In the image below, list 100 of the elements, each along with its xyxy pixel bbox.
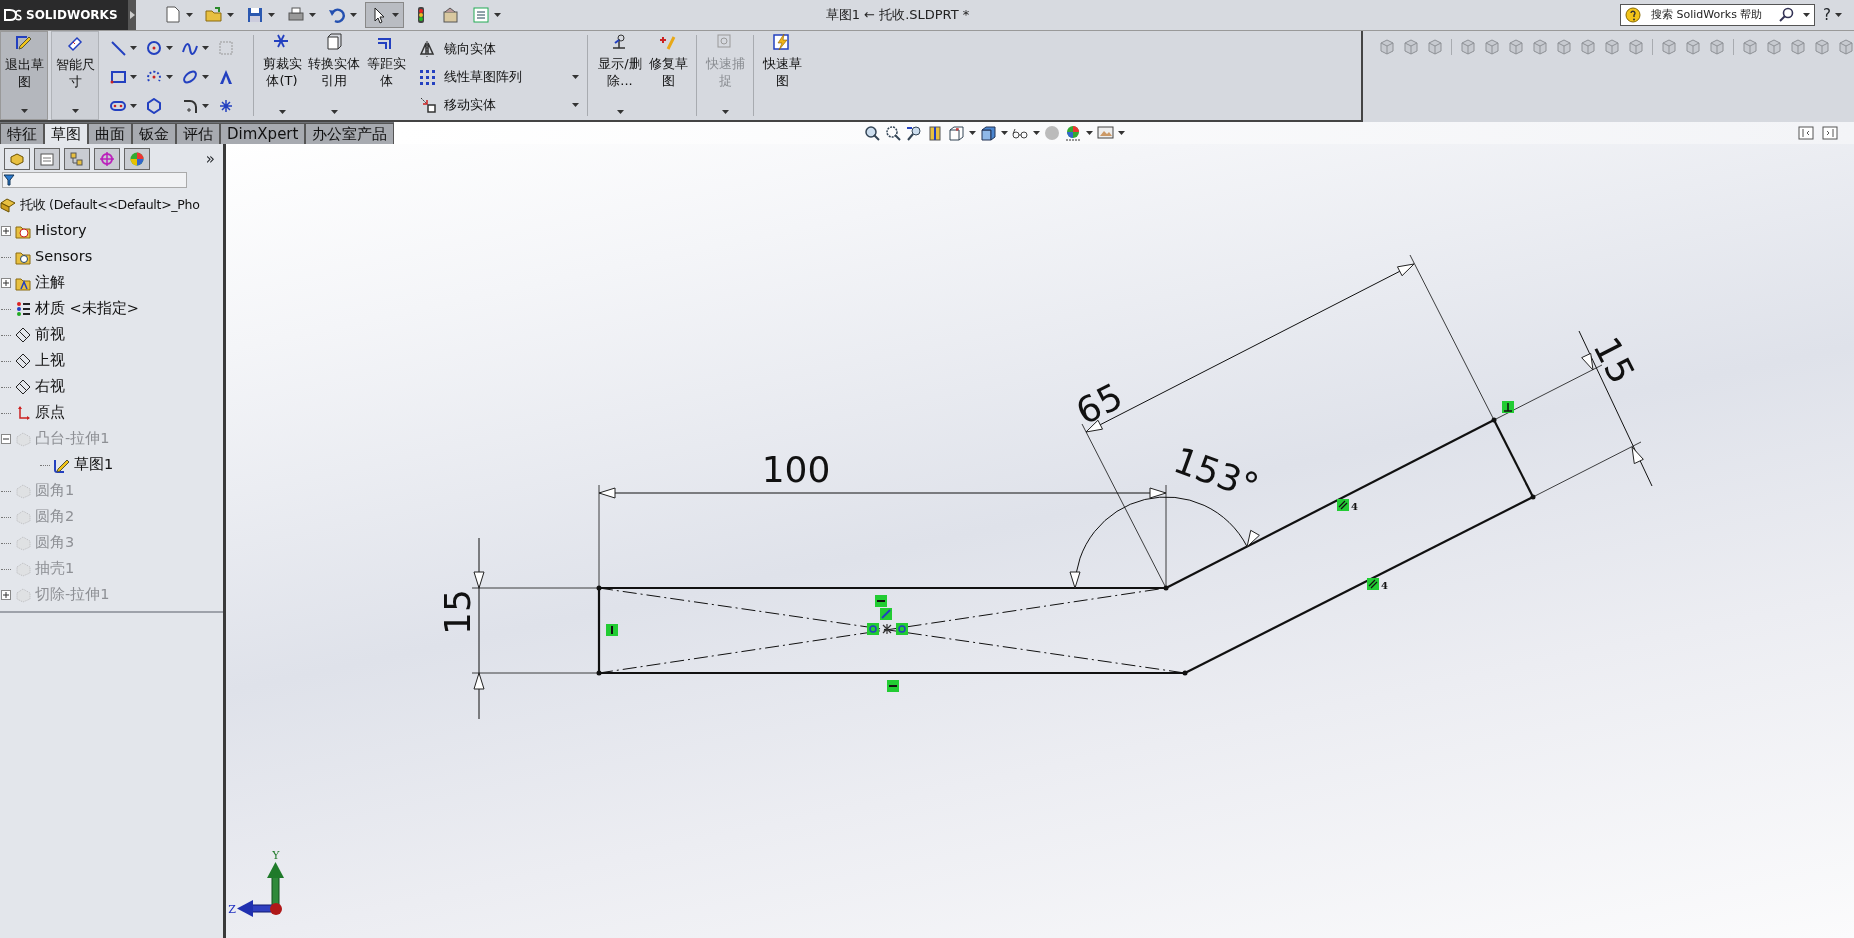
- caret-icon[interactable]: [130, 103, 137, 108]
- line-icon[interactable]: [110, 39, 126, 56]
- ribbon-list-item[interactable]: 移动实体: [444, 91, 579, 119]
- caret-icon: [572, 75, 579, 79]
- tree-item[interactable]: 托收 (Default<<Default>_Pho: [0, 192, 223, 218]
- color-ball-icon[interactable]: [1065, 124, 1083, 142]
- dimension-label: 65: [1069, 375, 1130, 433]
- split-view-icon[interactable]: [1822, 126, 1838, 140]
- filter-icon: [3, 174, 15, 186]
- convert-entities-button[interactable]: 转换实体引用: [307, 31, 361, 120]
- expand-toggle-icon[interactable]: [1, 278, 11, 288]
- sketch-point: [1530, 494, 1536, 500]
- fillet-icon[interactable]: [182, 97, 198, 114]
- ribbon-list-item[interactable]: 镜向实体: [444, 35, 579, 63]
- search-bar[interactable]: 搜索 SolidWorks 帮助: [1620, 4, 1816, 26]
- caret-icon[interactable]: [227, 13, 234, 17]
- cube-icon[interactable]: [948, 124, 966, 142]
- caret-icon[interactable]: [1086, 131, 1094, 135]
- relation-icon: [867, 623, 879, 635]
- relation-icon: [880, 608, 892, 620]
- tree-item[interactable]: 原点: [0, 400, 223, 426]
- offset-button[interactable]: 等距实体: [361, 31, 411, 120]
- split-view-icon[interactable]: [1798, 126, 1814, 140]
- caret-icon[interactable]: [392, 13, 399, 17]
- help-search-field[interactable]: 搜索 SolidWorks 帮助: [1649, 5, 1772, 25]
- panel-tab[interactable]: [64, 148, 90, 170]
- plane-icon: [15, 327, 31, 343]
- magnifier-icon[interactable]: [885, 124, 903, 142]
- relation-icon: [1337, 499, 1349, 511]
- tree-item[interactable]: 注解: [0, 270, 223, 296]
- caret-icon[interactable]: [202, 74, 209, 79]
- dotted-square-icon[interactable]: [218, 39, 234, 56]
- tree-item[interactable]: 右视: [0, 374, 223, 400]
- trim-button[interactable]: 剪裁实体(T): [257, 31, 307, 120]
- rectangle-icon[interactable]: [110, 68, 126, 85]
- caret-icon[interactable]: [309, 13, 316, 17]
- ribbon-list-item[interactable]: 线性草图阵列: [444, 63, 579, 91]
- tree-item[interactable]: 材质 <未指定>: [0, 296, 223, 322]
- show-relations-button[interactable]: 显示/删除...: [597, 31, 643, 120]
- exit-sketch-button[interactable]: 退出草图: [0, 31, 48, 120]
- caret-icon[interactable]: [166, 74, 173, 79]
- sketch-point: [596, 670, 602, 676]
- expand-toggle-icon[interactable]: [1, 226, 11, 236]
- fillet-feature-icon: [15, 483, 31, 499]
- ribbon-tab[interactable]: 特征: [0, 123, 44, 144]
- cube-icon[interactable]: [980, 124, 998, 142]
- panel-tab[interactable]: [94, 148, 120, 170]
- caret-icon[interactable]: [1001, 131, 1009, 135]
- material-icon: [15, 301, 31, 317]
- caret-icon[interactable]: [1118, 131, 1126, 135]
- magnifier-arrow-icon[interactable]: [906, 124, 924, 142]
- caret-icon[interactable]: [969, 131, 977, 135]
- help-button[interactable]: ?: [1823, 3, 1842, 27]
- panel-tab[interactable]: [124, 148, 150, 170]
- magnifier-icon[interactable]: [864, 124, 882, 142]
- repair-sketch-button[interactable]: 修复草图: [643, 31, 693, 120]
- tree-item[interactable]: History: [0, 218, 223, 244]
- caret-icon[interactable]: [166, 45, 173, 50]
- grid-dots-icon: [419, 68, 436, 86]
- tree-item[interactable]: 前视: [0, 322, 223, 348]
- tree-item[interactable]: Sensors: [0, 244, 223, 270]
- caret-icon[interactable]: [130, 74, 137, 79]
- ribbon-tab[interactable]: 办公室产品: [305, 123, 395, 144]
- smart-dimension-button[interactable]: 智能尺寸: [51, 31, 99, 120]
- point-icon[interactable]: [218, 97, 234, 114]
- circle-icon[interactable]: [146, 39, 162, 56]
- ribbon-tab[interactable]: 评估: [176, 123, 220, 144]
- extrude-icon: [15, 431, 31, 447]
- ribbon-tab[interactable]: DimXpert: [220, 123, 306, 144]
- ribbon-tab[interactable]: 曲面: [88, 123, 132, 144]
- axis-triad-drawing: [237, 862, 284, 917]
- ribbon-tab[interactable]: 钣金: [132, 123, 176, 144]
- origin-icon: [15, 405, 31, 421]
- sketch-origin-icon: [882, 623, 892, 635]
- tree-item[interactable]: 上视: [0, 348, 223, 374]
- caret-icon[interactable]: [202, 45, 209, 50]
- ribbon-tab[interactable]: 草图: [44, 123, 88, 144]
- printer-icon[interactable]: [287, 6, 305, 24]
- panel-tab[interactable]: [34, 148, 60, 170]
- caret-icon[interactable]: [202, 103, 209, 108]
- polygon-icon[interactable]: [146, 97, 162, 114]
- more-button[interactable]: »: [205, 151, 215, 167]
- caret-icon[interactable]: [350, 13, 357, 17]
- relation-count: 4: [1381, 580, 1388, 591]
- caret-icon[interactable]: [1033, 131, 1041, 135]
- sketch-icon: [54, 457, 70, 473]
- dimension-label: 100: [761, 449, 831, 490]
- ellipse-icon[interactable]: [182, 68, 198, 85]
- caret-icon[interactable]: [186, 13, 193, 17]
- caret-icon[interactable]: [130, 45, 137, 50]
- shell-icon: [15, 561, 31, 577]
- caret-icon[interactable]: [268, 13, 275, 17]
- options-icon[interactable]: [442, 6, 460, 24]
- filter-field[interactable]: [2, 172, 187, 188]
- text-tool-icon[interactable]: [218, 68, 234, 85]
- panel-tab[interactable]: [4, 148, 30, 170]
- undo-icon[interactable]: [328, 6, 346, 24]
- rapid-sketch-button[interactable]: 快速草图: [757, 31, 807, 120]
- caret-icon[interactable]: [494, 13, 501, 17]
- expand-arrow-icon[interactable]: [129, 11, 135, 19]
